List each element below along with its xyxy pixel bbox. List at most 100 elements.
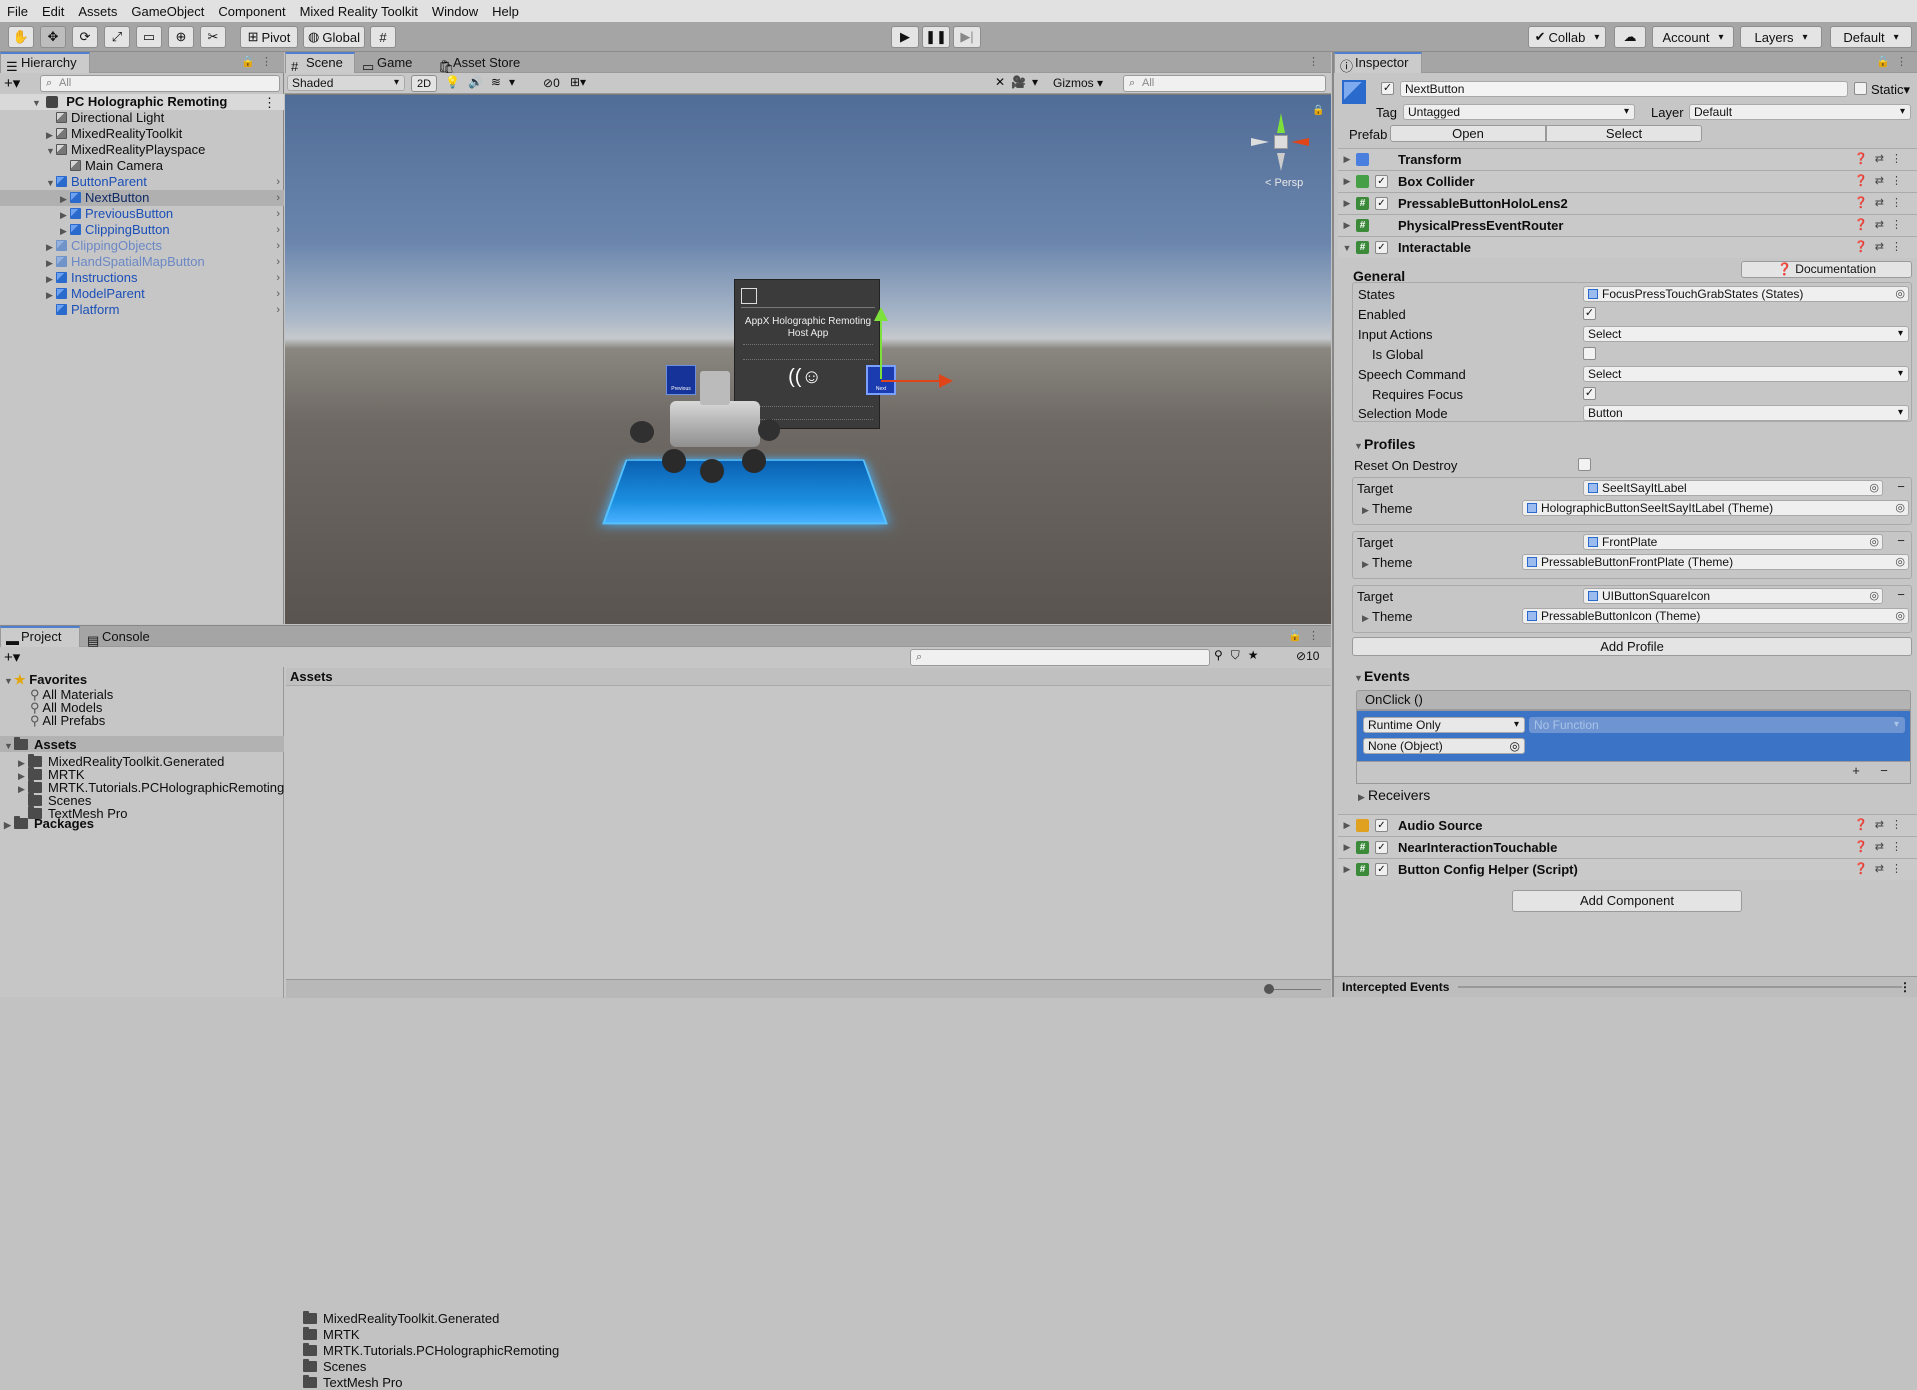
scene-toggles[interactable]: 💡🔊≋▾ [445,75,523,89]
remove-event-button[interactable]: − [1876,764,1892,780]
component-menu-icon[interactable]: ❓⇄⋮ [1854,240,1909,253]
runtime-dropdown[interactable]: Runtime Only [1363,717,1525,733]
gizmo-y-arrow-icon[interactable] [874,307,888,321]
hierarchy-item[interactable]: ▶ ClippingButton › [0,222,284,238]
tab-inspector[interactable]: ⓘ Inspector [1334,52,1422,74]
asset-list-item[interactable]: MRTK [303,1327,360,1342]
prefab-open-arrow-icon[interactable]: › [276,302,280,318]
expand-arrow-icon[interactable]: ▶ [60,191,70,207]
documentation-button[interactable]: ❓ Documentation [1741,261,1912,278]
hierarchy-item[interactable]: ▶ PreviousButton › [0,206,284,222]
states-field[interactable]: FocusPressTouchGrabStates (States) [1583,286,1909,302]
static-dropdown[interactable]: Static▾ [1871,82,1910,98]
step-button[interactable]: ▶| [953,26,981,48]
prefab-open-arrow-icon[interactable]: › [276,190,280,206]
panel-lock-icon[interactable]: 🔒⋮ [241,55,278,68]
tag-dropdown[interactable]: Untagged [1403,104,1635,120]
project-hidden-toggle[interactable]: ⊘10 [1296,649,1319,663]
speech-command-dropdown[interactable]: Select [1583,366,1909,382]
foldout-arrow-icon[interactable]: ▶ [1338,842,1356,853]
expand-arrow-icon[interactable]: ▼ [46,143,56,159]
foldout-arrow-icon[interactable]: ▼ [1338,243,1356,253]
profile-theme-foldout[interactable]: ▶ Theme [1362,500,1412,517]
hierarchy-item[interactable]: ▶ Instructions › [0,270,284,286]
tab-asset-store[interactable]: 🛍 Asset Store [433,52,533,74]
project-filter-icons[interactable]: ⚲⛉★ [1214,648,1267,663]
menu-help[interactable]: Help [492,4,519,19]
hierarchy-item[interactable]: ▶ NextButton › [0,190,284,206]
gizmo-x-arrow-icon[interactable] [939,374,953,388]
persp-label[interactable]: < Persp [1265,177,1303,189]
prefab-open-arrow-icon[interactable]: › [276,206,280,222]
hierarchy-search-input[interactable]: All [40,75,280,92]
asset-list-item[interactable]: Scenes [303,1359,366,1374]
hierarchy-item[interactable]: ▼ ButtonParent › [0,174,284,190]
menu-edit[interactable]: Edit [42,4,64,19]
add-profile-button[interactable]: Add Profile [1352,637,1912,656]
2d-toggle[interactable]: 2D [411,75,437,92]
menu-assets[interactable]: Assets [78,4,117,19]
prefab-open-arrow-icon[interactable]: › [276,254,280,270]
scene-viewport[interactable]: AppX Holographic Remoting Host App ((☺ P… [285,95,1331,624]
foldout-arrow-icon[interactable]: ▶ [1338,864,1356,875]
tools-icon[interactable]: ✕🎥▾ [995,75,1044,89]
component-enabled-checkbox[interactable]: ✓ [1375,197,1388,210]
profile-theme-field[interactable]: PressableButtonIcon (Theme) [1522,608,1909,624]
expand-arrow-icon[interactable]: ▼ [32,98,42,108]
receivers-foldout[interactable]: ▶ Receivers [1358,787,1430,804]
custom-tool-icon[interactable]: ✂ [200,26,226,48]
remove-profile-button[interactable]: − [1893,534,1909,550]
component-menu-icon[interactable]: ❓⇄⋮ [1854,174,1909,187]
remove-profile-button[interactable]: − [1893,480,1909,496]
asset-list-item[interactable]: TextMesh Pro [303,1375,402,1390]
add-event-button[interactable]: + [1848,764,1864,780]
project-breadcrumb[interactable]: Assets [286,668,1331,686]
icon-size-slider[interactable] [1266,989,1321,990]
transform-tool-icon[interactable]: ⊕ [168,26,194,48]
profile-target-field[interactable]: SeeItSayItLabel [1583,480,1883,496]
component-header[interactable]: ▼ # ✓ Interactable ❓⇄⋮ [1338,236,1917,258]
project-create-button[interactable]: +▾ [4,648,20,666]
profile-target-field[interactable]: FrontPlate [1583,534,1883,550]
inspector-lock-icon[interactable]: 🔒⋮ [1876,55,1913,68]
scene-search-input[interactable]: All [1123,75,1326,92]
favorites-row[interactable]: ▼★ Favorites [4,673,87,687]
scene-row[interactable]: ▼ PC Holographic Remoting ⋮ [0,94,284,110]
foldout-arrow-icon[interactable]: ▶ [1338,220,1356,231]
prefab-open-button[interactable]: Open [1390,125,1546,142]
selection-mode-dropdown[interactable]: Button [1583,405,1909,421]
component-enabled-checkbox[interactable]: ✓ [1375,841,1388,854]
input-actions-dropdown[interactable]: Select [1583,326,1909,342]
hierarchy-item[interactable]: ▶ MixedRealityToolkit [0,126,284,142]
events-foldout[interactable]: ▼Events [1354,668,1410,685]
expand-arrow-icon[interactable]: ▶ [46,271,56,287]
component-header[interactable]: ▶ ✓ Box Collider ❓⇄⋮ [1338,170,1917,192]
hierarchy-item[interactable]: Directional Light [0,110,284,126]
create-button[interactable]: +▾ [4,74,20,92]
hierarchy-item[interactable]: Platform › [0,302,284,318]
component-menu-icon[interactable]: ❓⇄⋮ [1854,218,1909,231]
intercepted-menu-icon[interactable]: ⋮ [1899,977,1911,997]
hierarchy-item[interactable]: Main Camera [0,158,284,174]
hierarchy-item[interactable]: ▶ ClippingObjects › [0,238,284,254]
enabled-checkbox[interactable]: ✓ [1583,307,1596,320]
component-menu-icon[interactable]: ❓⇄⋮ [1854,840,1909,853]
component-enabled-checkbox[interactable]: ✓ [1375,863,1388,876]
reset-on-destroy-checkbox[interactable] [1578,458,1591,471]
view-lock-icon[interactable]: 🔒 [1312,105,1324,116]
component-header[interactable]: ▶ # ✓ PressableButtonHoloLens2 ❓⇄⋮ [1338,192,1917,214]
gizmos-dropdown[interactable]: Gizmos ▾ [1053,76,1103,90]
assets-row[interactable]: ▼ Assets [4,737,77,752]
is-global-checkbox[interactable] [1583,347,1596,360]
foldout-arrow-icon[interactable]: ▶ [1338,198,1356,209]
menu-mixed-reality-toolkit[interactable]: Mixed Reality Toolkit [300,4,418,19]
slider-handle[interactable] [1264,984,1274,994]
foldout-arrow-icon[interactable]: ▶ [1338,820,1356,831]
expand-arrow-icon[interactable]: ▶ [60,223,70,239]
orientation-gizmo[interactable] [1251,113,1311,173]
expand-arrow-icon[interactable]: ▶ [46,287,56,303]
tab-scene[interactable]: # Scene [285,52,355,74]
tab-hierarchy[interactable]: ☰ Hierarchy [0,52,90,74]
layout-dropdown[interactable]: Default [1830,26,1912,48]
favorite-item[interactable]: ⚲ All Prefabs [30,714,105,728]
